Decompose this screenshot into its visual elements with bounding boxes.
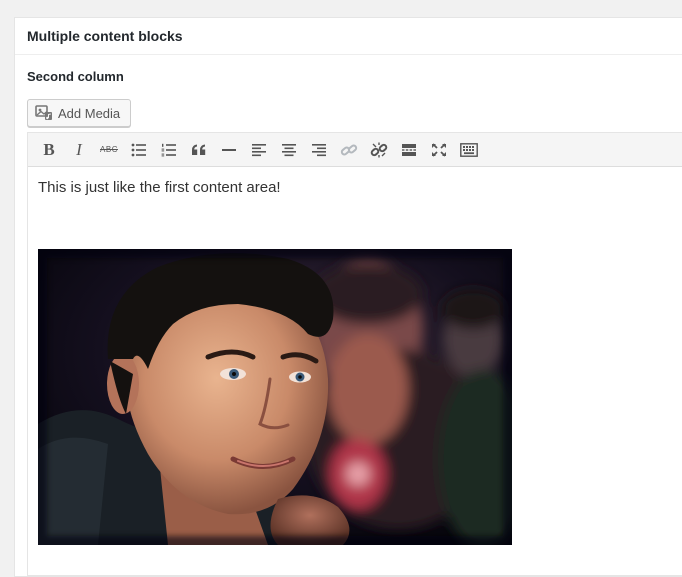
align-right-button[interactable] [304,135,334,165]
toolbar-toggle-icon [460,142,478,157]
remove-link-button[interactable] [364,135,394,165]
remove-link-icon [370,142,388,157]
toolbar-toggle-button[interactable] [454,135,484,165]
align-left-button[interactable] [244,135,274,165]
align-center-button[interactable] [274,135,304,165]
bold-icon: B [43,139,55,159]
horizontal-rule-icon [222,148,236,151]
align-center-icon [282,143,296,156]
editor-content-text[interactable]: This is just like the first content area… [38,179,281,196]
read-more-icon [402,143,416,156]
postbox-header: Multiple content blocks [15,18,682,55]
strikethrough-button[interactable]: ABC [94,135,124,165]
add-media-label: Add Media [58,105,121,121]
italic-button[interactable]: I [64,135,94,165]
field-label: Second column [27,69,124,84]
blockquote-button[interactable] [184,135,214,165]
fullscreen-button[interactable] [424,135,454,165]
postbox-title: Multiple content blocks [27,28,183,44]
bullet-list-icon [131,143,146,156]
postbox-panel: Multiple content blocks Second column Ad… [14,17,682,577]
insert-link-icon [340,144,358,155]
content-image[interactable] [38,249,512,545]
fullscreen-icon [432,142,446,157]
strikethrough-icon: ABC [100,145,118,154]
align-right-icon [312,143,326,156]
editor-toolbar: B I ABC [28,133,682,167]
add-media-button[interactable]: Add Media [27,99,131,127]
italic-icon: I [76,139,82,159]
numbered-list-button[interactable] [154,135,184,165]
blockquote-icon [192,144,206,155]
horizontal-rule-button[interactable] [214,135,244,165]
add-media-icon [35,105,53,121]
wysiwyg-editor: B I ABC This is just like the first cont… [27,132,682,576]
align-left-icon [252,143,266,156]
insert-link-button[interactable] [334,135,364,165]
portrait-photo [38,249,512,545]
bullet-list-button[interactable] [124,135,154,165]
bold-button[interactable]: B [34,135,64,165]
read-more-button[interactable] [394,135,424,165]
numbered-list-icon [161,143,176,156]
